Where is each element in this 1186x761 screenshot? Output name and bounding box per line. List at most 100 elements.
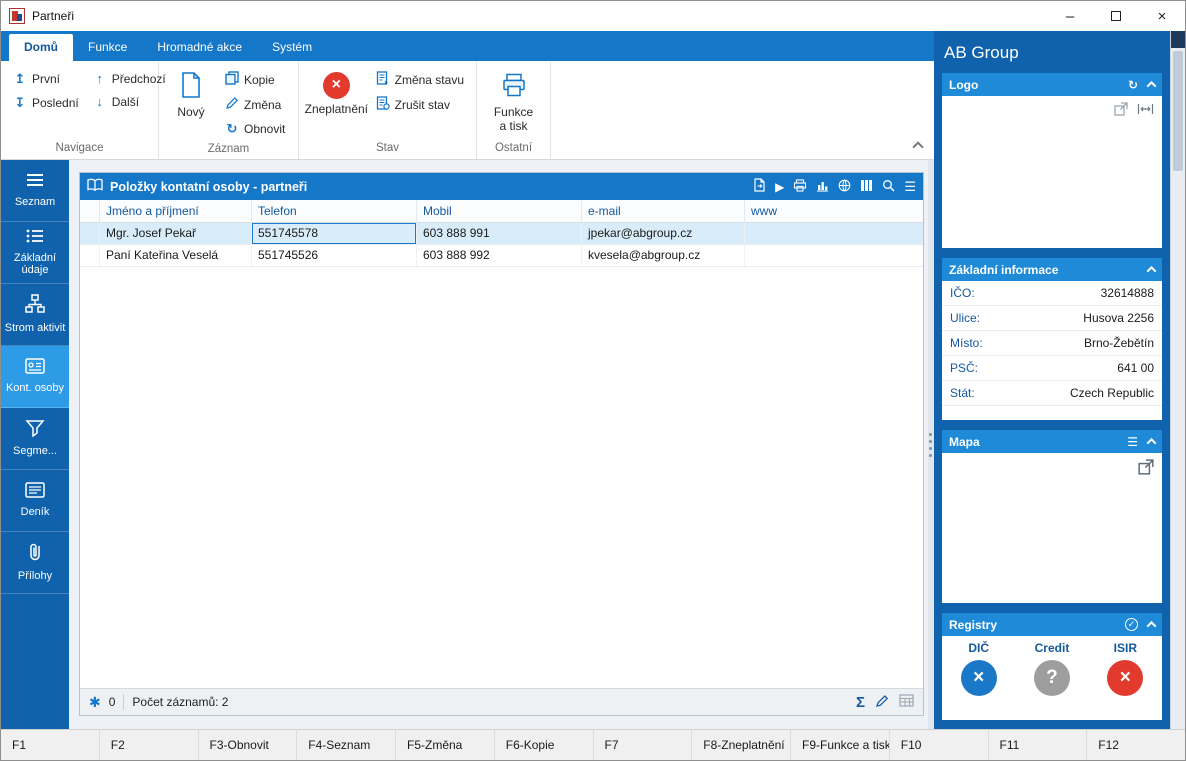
scrollbar-thumb[interactable] xyxy=(1173,51,1183,171)
mapa-collapse-chevron-icon[interactable] xyxy=(1146,437,1157,448)
close-button[interactable]: × xyxy=(1139,1,1185,31)
panel-scrollbar[interactable] xyxy=(1170,31,1185,729)
maximize-button[interactable] xyxy=(1093,1,1139,31)
refresh-button[interactable]: ↻ Obnovit xyxy=(219,117,291,141)
tab-domu[interactable]: Domů xyxy=(9,34,73,61)
cell-mobile[interactable]: 603 888 991 xyxy=(417,223,582,244)
cancel-state-button[interactable]: Zrušit stav xyxy=(370,92,470,117)
first-button[interactable]: ↥ První xyxy=(7,67,85,91)
partner-name-title: AB Group xyxy=(944,43,1019,62)
detail-list-icon xyxy=(25,228,45,248)
functions-print-button[interactable]: Funkce a tisk xyxy=(483,67,544,135)
logo-refresh-icon[interactable]: ↻ xyxy=(1128,78,1138,92)
change-state-button[interactable]: Změna stavu xyxy=(370,67,470,92)
last-button[interactable]: ↧ Poslední xyxy=(7,91,85,115)
fkey-f12[interactable]: F12 xyxy=(1087,730,1185,760)
cell-mobile[interactable]: 603 888 992 xyxy=(417,245,582,266)
registry-section-title: Registry xyxy=(949,617,998,632)
isir-status-icon[interactable]: × xyxy=(1107,660,1144,696)
grid-toolbar: ▶ ☰ xyxy=(753,178,916,195)
fkey-f8-zneplatneni[interactable]: F8-Zneplatnění xyxy=(692,730,791,760)
info-row-misto: Místo: Brno-Žebětín xyxy=(942,331,1162,356)
sidebar-item-denik[interactable]: Deník xyxy=(1,470,69,532)
panel-splitter[interactable] xyxy=(928,160,934,729)
cell-phone[interactable]: 551745526 xyxy=(252,245,417,266)
mapa-menu-icon[interactable]: ☰ xyxy=(1127,435,1138,449)
sidebar-item-seznam[interactable]: Seznam xyxy=(1,160,69,222)
scrollbar-top-button[interactable] xyxy=(1171,31,1185,48)
column-header-phone[interactable]: Telefon xyxy=(252,200,417,222)
cell-phone[interactable]: 551745578 xyxy=(252,223,417,244)
fkey-f6-kopie[interactable]: F6-Kopie xyxy=(495,730,594,760)
web-icon[interactable] xyxy=(838,179,851,195)
basic-info-collapse-chevron-icon[interactable] xyxy=(1146,265,1157,276)
grid-menu-icon[interactable]: ☰ xyxy=(904,179,916,195)
fkey-f10[interactable]: F10 xyxy=(890,730,989,760)
new-button[interactable]: Nový xyxy=(165,67,217,122)
column-header-name[interactable]: Jméno a příjmení xyxy=(100,200,252,222)
tab-system[interactable]: Systém xyxy=(257,34,327,61)
registry-collapse-chevron-icon[interactable] xyxy=(1146,620,1157,631)
ulice-label: Ulice: xyxy=(950,311,981,325)
fkey-f11[interactable]: F11 xyxy=(989,730,1088,760)
credit-status-icon[interactable]: ? xyxy=(1033,660,1070,696)
sidebar-item-prilohy[interactable]: Přílohy xyxy=(1,532,69,594)
print-icon[interactable] xyxy=(793,178,807,195)
grid-title-text: Položky kontatní osoby - partneři xyxy=(110,179,308,194)
fkey-f1[interactable]: F1 xyxy=(1,730,100,760)
table-row[interactable]: Mgr. Josef Pekař 551745578 603 888 991 j… xyxy=(80,223,923,245)
cell-name[interactable]: Mgr. Josef Pekař xyxy=(100,223,252,244)
cell-email[interactable]: jpekar@abgroup.cz xyxy=(582,223,745,244)
sidebar-item-strom-aktivit[interactable]: Strom aktivit xyxy=(1,284,69,346)
copy-button[interactable]: Kopie xyxy=(219,67,291,92)
export-document-icon[interactable] xyxy=(753,178,766,195)
logo-open-external-icon[interactable] xyxy=(1114,102,1128,119)
column-header-email[interactable]: e-mail xyxy=(582,200,745,222)
dic-badge: DIČ × xyxy=(960,641,997,696)
fkey-f3-obnovit[interactable]: F3-Obnovit xyxy=(199,730,298,760)
cell-www[interactable] xyxy=(745,245,923,266)
sidebar-item-kont-osoby[interactable]: Kont. osoby xyxy=(1,346,69,408)
misto-label: Místo: xyxy=(950,336,983,350)
basic-info-section-header[interactable]: Základní informace xyxy=(942,258,1162,281)
registry-section-header[interactable]: Registry ✓ xyxy=(942,613,1162,636)
sum-icon[interactable]: Σ xyxy=(856,694,865,711)
column-header-mobile[interactable]: Mobil xyxy=(417,200,582,222)
tab-funkce[interactable]: Funkce xyxy=(73,34,142,61)
cell-email[interactable]: kvesela@abgroup.cz xyxy=(582,245,745,266)
invalidate-button[interactable]: × Zneplatnění xyxy=(305,67,368,119)
registry-section: Registry ✓ DIČ × Credit ? ISIR × xyxy=(942,613,1162,720)
fit-width-icon[interactable] xyxy=(1137,103,1154,118)
fkey-f4-seznam[interactable]: F4-Seznam xyxy=(297,730,396,760)
sidebar-item-zakladni-udaje[interactable]: Základní údaje xyxy=(1,222,69,284)
fkey-f5-zmena[interactable]: F5-Změna xyxy=(396,730,495,760)
fkey-f7[interactable]: F7 xyxy=(594,730,693,760)
cell-name[interactable]: Paní Kateřina Veselá xyxy=(100,245,252,266)
table-row[interactable]: Paní Kateřina Veselá 551745526 603 888 9… xyxy=(80,245,923,267)
mapa-section-header[interactable]: Mapa ☰ xyxy=(942,430,1162,453)
splitter-dots-icon xyxy=(929,432,932,457)
status-right-icons: Σ xyxy=(856,694,914,711)
sidebar-item-segmentace[interactable]: Segme... xyxy=(1,408,69,470)
play-icon[interactable]: ▶ xyxy=(775,180,784,194)
column-header-www[interactable]: www xyxy=(745,200,923,222)
logo-section-header[interactable]: Logo ↻ xyxy=(942,73,1162,96)
registry-check-icon[interactable]: ✓ xyxy=(1125,618,1138,631)
row-selector-cell[interactable] xyxy=(80,245,100,266)
mapa-open-external-icon[interactable] xyxy=(1138,459,1154,478)
edit-pencil-icon[interactable] xyxy=(875,694,889,711)
edit-button[interactable]: Změna xyxy=(219,92,291,117)
grid-view-icon[interactable] xyxy=(899,694,914,710)
ribbon-collapse-chevron-icon[interactable] xyxy=(912,141,924,153)
search-settings-icon[interactable] xyxy=(882,179,895,195)
chart-icon[interactable] xyxy=(816,179,829,195)
logo-collapse-chevron-icon[interactable] xyxy=(1146,80,1157,91)
tab-hromadne-akce[interactable]: Hromadné akce xyxy=(142,34,257,61)
columns-icon[interactable] xyxy=(860,179,873,195)
minimize-button[interactable]: – xyxy=(1047,1,1093,31)
dic-status-icon[interactable]: × xyxy=(960,660,997,696)
cell-www[interactable] xyxy=(745,223,923,244)
fkey-f2[interactable]: F2 xyxy=(100,730,199,760)
fkey-f9-funkce-a-tisk[interactable]: F9-Funkce a tisk xyxy=(791,730,890,760)
row-selector-cell[interactable] xyxy=(80,223,100,244)
